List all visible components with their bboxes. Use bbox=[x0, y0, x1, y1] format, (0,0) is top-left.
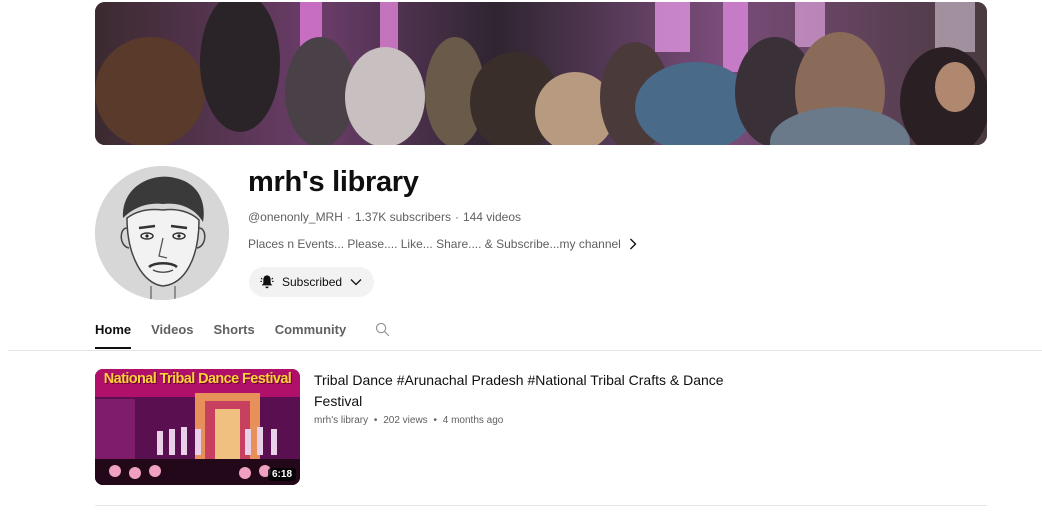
video-age: 4 months ago bbox=[442, 415, 504, 426]
section-divider bbox=[95, 505, 987, 506]
tabs-divider bbox=[8, 350, 1042, 351]
channel-title: mrh's library bbox=[248, 166, 419, 198]
channel-description[interactable]: Places n Events... Please.... Like... Sh… bbox=[248, 237, 637, 251]
video-meta: mrh's library • 202 views • 4 months ago bbox=[314, 415, 503, 426]
tab-shorts[interactable]: Shorts bbox=[214, 318, 255, 346]
meta-separator: · bbox=[454, 210, 459, 224]
channel-tabs: Home Videos Shorts Community bbox=[95, 318, 391, 350]
video-views: 202 views bbox=[383, 415, 428, 426]
subscribed-button[interactable]: Subscribed bbox=[249, 267, 375, 297]
bell-icon bbox=[259, 274, 275, 290]
tab-videos[interactable]: Videos bbox=[151, 318, 193, 346]
video-duration-badge: 6:18 bbox=[267, 468, 296, 481]
channel-meta: @onenonly_MRH · 1.37K subscribers · 144 vide… bbox=[248, 210, 521, 224]
banner-crowd-photo bbox=[95, 2, 987, 145]
chevron-down-icon bbox=[350, 278, 362, 286]
avatar-sketch-portrait bbox=[95, 166, 229, 300]
channel-avatar[interactable] bbox=[95, 166, 229, 300]
video-title-link[interactable]: Tribal Dance #Arunachal Pradesh #Nationa… bbox=[314, 370, 774, 412]
tab-home[interactable]: Home bbox=[95, 318, 132, 349]
meta-dot: • bbox=[373, 415, 378, 426]
channel-description-text: Places n Events... Please.... Like... Sh… bbox=[248, 237, 621, 251]
search-icon[interactable] bbox=[374, 318, 391, 338]
channel-handle: @onenonly_MRH bbox=[248, 210, 343, 224]
video-channel-name[interactable]: mrh's library bbox=[314, 415, 368, 426]
chevron-right-icon[interactable] bbox=[629, 238, 637, 250]
thumbnail-title-text: National Tribal Dance Festival bbox=[103, 371, 292, 387]
meta-separator: · bbox=[346, 210, 351, 224]
subscribed-label: Subscribed bbox=[282, 275, 343, 289]
video-count: 144 videos bbox=[462, 210, 521, 224]
channel-banner bbox=[95, 2, 987, 145]
channel-page: mrh's library @onenonly_MRH · 1.37K subscr… bbox=[0, 0, 1042, 512]
subscriber-count: 1.37K subscribers bbox=[354, 210, 451, 224]
video-thumbnail[interactable]: National Tribal Dance Festival 6:18 bbox=[95, 369, 300, 485]
tab-community[interactable]: Community bbox=[275, 318, 347, 346]
meta-dot: • bbox=[433, 415, 437, 426]
